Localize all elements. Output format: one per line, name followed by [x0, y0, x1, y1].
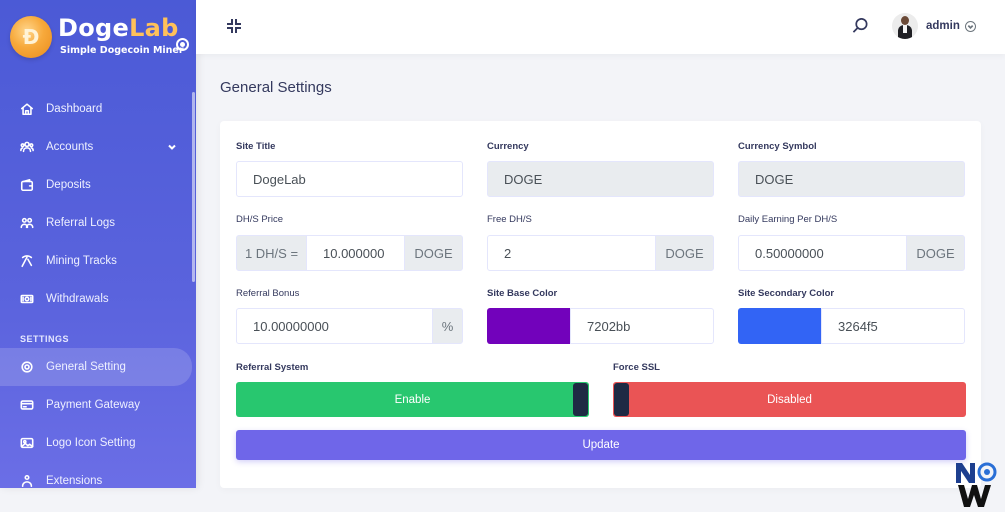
referral-system-toggle[interactable]: Enable: [236, 382, 589, 417]
sidebar-item-withdrawals[interactable]: Withdrawals: [0, 280, 196, 318]
daily-earning-suffix: DOGE: [906, 235, 965, 271]
sidebar-item-label: Referral Logs: [46, 217, 116, 229]
avatar-head: [901, 16, 909, 25]
base-color-input[interactable]: 7202bb: [570, 308, 714, 344]
sidebar-item-label: Mining Tracks: [46, 255, 117, 267]
money-icon: [20, 292, 34, 306]
force-ssl-toggle[interactable]: Disabled: [613, 382, 966, 417]
sidebar-item-mining-tracks[interactable]: Mining Tracks: [0, 242, 196, 280]
sidebar-item-general-setting[interactable]: General Setting: [0, 348, 192, 386]
site-title-input[interactable]: DogeLab: [236, 161, 463, 197]
force-ssl-label: Force SSL: [613, 362, 660, 373]
currency-label: Currency: [487, 141, 529, 152]
brand-logo[interactable]: DogeLab Simple Dogecoin Miner: [8, 12, 192, 64]
sidebar-item-accounts[interactable]: Accounts: [0, 128, 196, 166]
sidebar-item-label: Dashboard: [46, 103, 103, 115]
dhs-price-prefix: 1 DH/S =: [236, 235, 307, 271]
sidebar-item-label: Deposits: [46, 179, 91, 191]
gear-icon: [20, 360, 34, 374]
sidebar-item-extensions[interactable]: Extensions: [0, 462, 196, 488]
watermark-logo-icon: [954, 459, 1004, 509]
sidebar-item-dashboard[interactable]: Dashboard: [0, 90, 196, 128]
site-title-label: Site Title: [236, 141, 276, 152]
brand-name-part2: Lab: [129, 14, 179, 42]
home-icon: [20, 102, 34, 116]
referral-bonus-input[interactable]: 10.00000000: [236, 308, 433, 344]
free-dhs-label: Free DH/S: [487, 214, 532, 225]
card-icon: [20, 398, 34, 412]
toggle-knob[interactable]: [573, 383, 588, 416]
sidebar-item-label: General Setting: [46, 361, 126, 373]
sidebar-item-label: Payment Gateway: [46, 399, 140, 411]
free-dhs-input[interactable]: 2: [487, 235, 656, 271]
secondary-color-input[interactable]: 3264f5: [821, 308, 965, 344]
secondary-color-label: Site Secondary Color: [738, 288, 835, 299]
sidebar-scrollbar[interactable]: [192, 92, 195, 282]
free-dhs-suffix: DOGE: [655, 235, 714, 271]
referral-system-label: Referral System: [236, 362, 309, 373]
top-navbar: admin: [196, 0, 1005, 54]
chevron-down-icon[interactable]: [965, 21, 976, 32]
dhs-price-input[interactable]: 10.000000: [306, 235, 405, 271]
currency-symbol-label: Currency Symbol: [738, 141, 817, 152]
sidebar-item-label: Withdrawals: [46, 293, 109, 305]
secondary-color-swatch[interactable]: [738, 308, 822, 344]
search-icon[interactable]: [852, 17, 869, 34]
sidebar-item-logo-icon-setting[interactable]: Logo Icon Setting: [0, 424, 196, 462]
referral-bonus-suffix: %: [432, 308, 463, 344]
sidebar-item-deposits[interactable]: Deposits: [0, 166, 196, 204]
base-color-label: Site Base Color: [487, 288, 558, 299]
daily-earning-label: Daily Earning Per DH/S: [738, 214, 838, 225]
settings-section-heading: SETTINGS: [20, 334, 70, 344]
toggle-state-label: Disabled: [767, 393, 812, 406]
sidebar-nav: Dashboard Accounts Deposits Referral Log…: [0, 90, 196, 488]
dhs-price-label: DH/S Price: [236, 214, 283, 225]
image-icon: [20, 436, 34, 450]
users-icon: [20, 140, 34, 154]
avatar[interactable]: [892, 13, 918, 39]
sidebar-item-referral-logs[interactable]: Referral Logs: [0, 204, 196, 242]
daily-earning-input[interactable]: 0.50000000: [738, 235, 907, 271]
collapse-icon[interactable]: [226, 18, 242, 34]
avatar-shirt: [903, 25, 907, 33]
sidebar-item-label: Extensions: [46, 475, 103, 487]
referral-icon: [20, 216, 34, 230]
currency-symbol-input[interactable]: DOGE: [738, 161, 965, 197]
brand-name-part1: Doge: [58, 14, 130, 42]
chevron-down-icon: [166, 141, 178, 153]
sidebar-item-payment-gateway[interactable]: Payment Gateway: [0, 386, 196, 424]
update-button[interactable]: Update: [236, 430, 966, 460]
sidebar-toggle-icon[interactable]: [176, 38, 189, 51]
pickaxe-icon: [20, 254, 34, 268]
dhs-price-suffix: DOGE: [404, 235, 463, 271]
sidebar-item-label: Accounts: [46, 141, 94, 153]
sidebar: DogeLab Simple Dogecoin Miner Dashboard …: [0, 0, 196, 488]
page-title: General Settings: [220, 79, 332, 96]
referral-bonus-label: Referral Bonus: [236, 288, 300, 299]
dogecoin-logo-icon: [10, 16, 52, 58]
toggle-state-label: Enable: [394, 393, 431, 406]
puzzle-icon: [20, 474, 34, 488]
base-color-swatch[interactable]: [487, 308, 571, 344]
brand-name: DogeLab: [58, 14, 179, 42]
sidebar-item-label: Logo Icon Setting: [46, 437, 136, 449]
currency-input[interactable]: DOGE: [487, 161, 714, 197]
user-name[interactable]: admin: [926, 20, 960, 32]
brand-tagline: Simple Dogecoin Miner: [60, 45, 184, 56]
wallet-icon: [20, 178, 34, 192]
toggle-knob[interactable]: [614, 383, 629, 416]
